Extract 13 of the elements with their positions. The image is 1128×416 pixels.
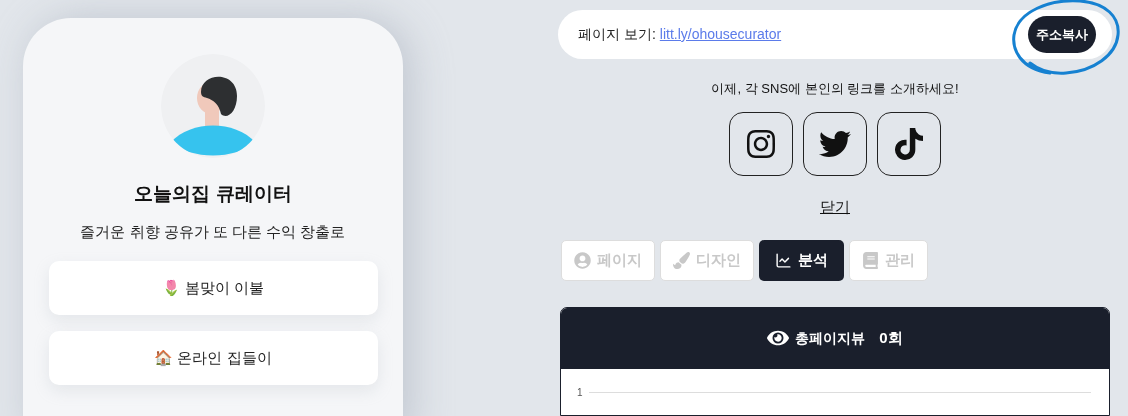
stats-label: 총페이지뷰 [795,329,866,348]
page-link[interactable]: litt.ly/ohousecurator [659,24,782,45]
profile-bio: 즐거운 취향 공유가 또 다른 수익 창출로 [80,221,346,242]
copy-address-button[interactable]: 주소복사 [1028,16,1096,53]
link-button[interactable]: 🌷 봄맞이 이불 [48,261,378,315]
profile-name: 오늘의집 큐레이터 [134,182,292,206]
share-message: 이제, 각 SNS에 본인의 링크를 소개하세요! [711,80,959,98]
stats-value: 0회 [879,328,903,349]
tab[interactable]: 분석 [759,240,844,281]
close-link[interactable]: 닫기 [820,196,850,219]
link-button[interactable]: 🏠 온라인 집들이 [48,331,378,385]
axis-tick-label: 1 [577,386,583,400]
url-label: 페이지 보기: [578,25,656,44]
